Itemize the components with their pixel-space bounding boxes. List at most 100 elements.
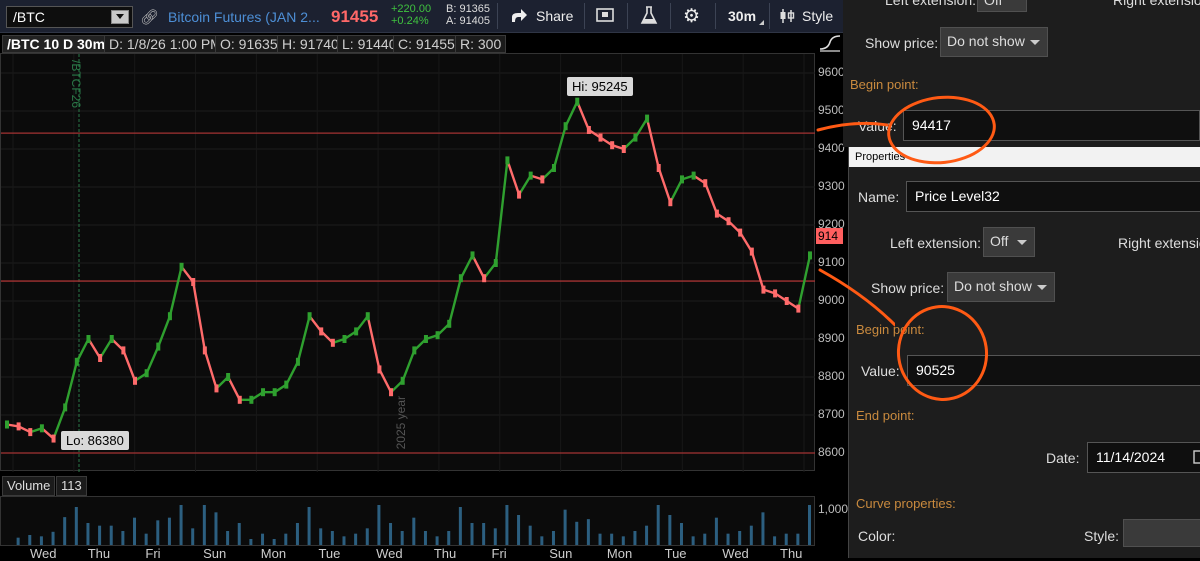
x-tick-label: Wed	[722, 546, 749, 561]
share-label: Share	[536, 8, 574, 24]
price-point	[493, 259, 498, 267]
chevron-down-icon	[1017, 240, 1027, 245]
show-price-select[interactable]: Do not show	[940, 27, 1048, 57]
price-point	[517, 190, 522, 199]
price-point	[272, 388, 277, 397]
volume-bar	[202, 505, 206, 545]
price-point	[621, 145, 626, 153]
change-abs: +220.00	[391, 3, 432, 15]
left-extension-select[interactable]: Off	[977, 0, 1027, 12]
volume-bar	[319, 528, 323, 545]
share-icon	[512, 9, 527, 22]
volume-bar	[330, 531, 334, 545]
price-point	[808, 251, 812, 260]
instrument-description: Bitcoin Futures (JAN 2...	[168, 9, 320, 25]
price-point	[633, 133, 638, 142]
price-segment	[192, 280, 207, 352]
ask-price: A: 91405	[446, 15, 491, 27]
price-point	[645, 114, 650, 123]
volume-bar	[703, 533, 707, 545]
last-price: 91455	[331, 7, 379, 26]
left-extension-select[interactable]: Off	[983, 227, 1035, 257]
bar-range: R: 300	[455, 35, 507, 53]
date-label: Date:	[1046, 450, 1080, 466]
bar-close: C: 91455	[393, 35, 460, 53]
flag-icon[interactable]	[596, 7, 616, 25]
volume-bar	[389, 523, 393, 545]
volume-chart[interactable]	[0, 496, 815, 546]
show-price-value: Do not show	[947, 33, 1025, 49]
volume-bar	[493, 528, 497, 545]
price-point	[377, 365, 382, 374]
x-tick-label: Sun	[203, 546, 227, 561]
curve-properties-label: Curve properties:	[856, 496, 956, 511]
symbol-selector[interactable]: /BTC	[6, 6, 133, 28]
volume-bar	[738, 531, 742, 545]
right-extension-label: Right extension	[1118, 235, 1200, 251]
style-select[interactable]	[1123, 519, 1200, 547]
bid-price: B: 91365	[446, 3, 491, 15]
volume-bar	[377, 505, 381, 545]
price-point	[202, 346, 207, 355]
price-point	[63, 403, 68, 412]
share-button[interactable]: Share	[506, 5, 578, 27]
contract-marker: /BTCF26	[69, 60, 83, 109]
price-point	[714, 209, 719, 218]
calendar-icon[interactable]	[1193, 449, 1200, 465]
volume-bar	[109, 525, 113, 545]
chart-header: /BTC 10 D 30m D: 1/8/26 1:00 PM O: 91635…	[0, 33, 843, 53]
price-point	[703, 179, 708, 188]
volume-bar	[773, 536, 777, 545]
price-point	[167, 312, 172, 321]
flask-icon[interactable]	[640, 6, 658, 26]
volume-bar	[610, 533, 614, 545]
price-point	[330, 338, 335, 347]
price-point	[86, 335, 91, 343]
price-point	[284, 380, 289, 389]
price-point	[5, 420, 9, 429]
volume-bar	[447, 531, 451, 545]
end-point-label: End point:	[856, 408, 915, 423]
style-button[interactable]: Style	[776, 5, 838, 27]
price-point	[412, 346, 417, 355]
price-point	[423, 335, 428, 343]
x-tick-label: Tue	[318, 546, 341, 561]
chart-scale-icon[interactable]	[818, 33, 842, 53]
volume-bar	[39, 536, 43, 545]
price-point	[133, 376, 138, 385]
volume-value: 113	[56, 476, 87, 496]
begin-point-label: Begin point:	[850, 77, 919, 92]
x-tick-label: Fri	[491, 546, 507, 561]
price-segment	[168, 265, 183, 318]
volume-bar	[284, 533, 288, 545]
price-chart-svg[interactable]	[1, 54, 816, 472]
price-point	[249, 395, 254, 404]
price-segment	[576, 100, 591, 132]
candlestick-icon	[780, 9, 795, 23]
price-segment	[750, 250, 765, 291]
price-point	[435, 331, 440, 340]
volume-bar	[482, 523, 486, 545]
toolbar-divider	[584, 3, 585, 29]
price-point	[74, 357, 79, 366]
price-point	[365, 312, 370, 321]
name-input[interactable]: Price Level32	[906, 181, 1200, 212]
volume-axis-label: 1,000	[818, 502, 849, 516]
end-date-input[interactable]: 11/14/2024	[1087, 442, 1200, 473]
timeframe-button[interactable]: 30m	[723, 5, 764, 27]
link-icon[interactable]: 🔗︎	[140, 8, 159, 26]
volume-bar	[237, 523, 241, 545]
volume-bar	[761, 512, 765, 545]
volume-bar	[74, 507, 78, 545]
show-price-select[interactable]: Do not show	[947, 272, 1055, 302]
volume-bar	[51, 531, 55, 545]
price-point	[738, 228, 743, 237]
toolbar-divider	[769, 3, 770, 29]
toolbar-divider	[627, 3, 628, 29]
price-chart[interactable]: /BTCF26 2025 year Hi: 95245 Lo: 86380	[0, 53, 816, 472]
gear-icon[interactable]: ⚙	[683, 5, 700, 28]
price-point	[563, 122, 568, 131]
price-point	[691, 171, 696, 180]
end-date-text: 11/14/2024	[1096, 449, 1166, 465]
chevron-down-icon[interactable]	[111, 10, 129, 24]
